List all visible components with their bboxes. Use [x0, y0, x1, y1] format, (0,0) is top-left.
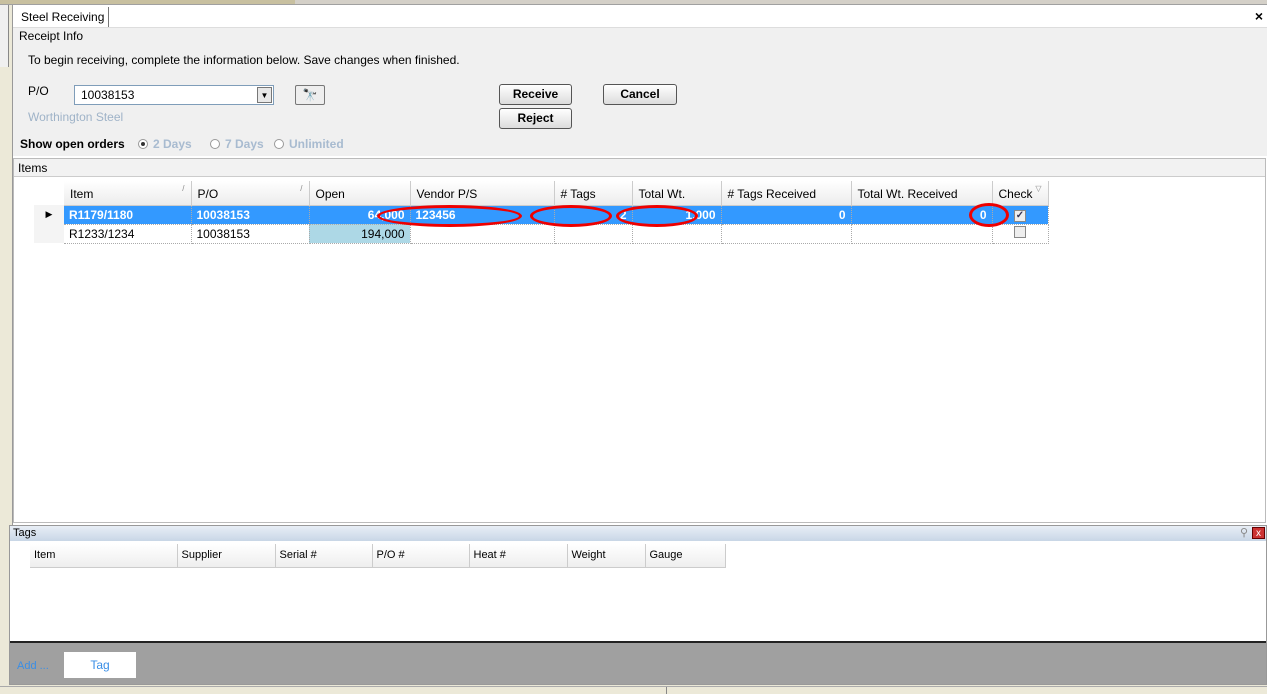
tags-title: Tags [13, 527, 37, 539]
cell-open[interactable]: 194,000 [309, 224, 411, 244]
cell-total-wt[interactable] [632, 224, 722, 244]
checkbox-unchecked[interactable] [1014, 226, 1026, 238]
tab-steel-receiving[interactable]: Steel Receiving [17, 7, 110, 28]
col-item[interactable]: Item / [64, 181, 192, 206]
col-weight[interactable]: Weight [567, 544, 646, 568]
col-open[interactable]: Open [309, 181, 411, 206]
chevron-down-icon[interactable]: ▼ [257, 87, 272, 103]
tags-footer: Add ... Tag [10, 641, 1266, 684]
cell-vendor-ps[interactable] [410, 224, 555, 244]
left-panel-strip [0, 5, 9, 67]
annotation-ring-total-wt [616, 205, 698, 227]
pin-icon[interactable]: ⚲ [1240, 526, 1248, 541]
tags-grid: Item Supplier Serial # P/O # Heat # Weig… [30, 544, 726, 568]
po-value: 10038153 [81, 88, 135, 102]
col-supplier[interactable]: Supplier [177, 544, 276, 568]
col-total-wt-received[interactable]: Total Wt. Received [851, 181, 993, 206]
radio-2-days[interactable]: 2 Days [138, 137, 192, 151]
po-label: P/O [28, 84, 49, 98]
items-title: Items [14, 159, 1265, 177]
cell-po[interactable]: 10038153 [191, 205, 310, 225]
col-po[interactable]: P/O # [372, 544, 470, 568]
add-label: Add ... [17, 660, 49, 672]
col-item[interactable]: Item [30, 544, 178, 568]
instructions-text: To begin receiving, complete the informa… [28, 53, 460, 67]
cell-po[interactable]: 10038153 [191, 224, 310, 244]
cell-item[interactable]: R1179/1180 [64, 205, 192, 225]
reject-button[interactable]: Reject [499, 108, 572, 129]
add-tag-button[interactable]: Tag [64, 652, 136, 678]
cell-tags-received[interactable]: 0 [721, 205, 852, 225]
col-po[interactable]: P/O / [191, 181, 310, 206]
status-bar [0, 686, 1267, 694]
receive-button[interactable]: Receive [499, 84, 572, 105]
annotation-ring-tags [530, 205, 612, 227]
col-heat[interactable]: Heat # [469, 544, 568, 568]
close-icon[interactable]: × [1255, 8, 1263, 24]
cell-item[interactable]: R1233/1234 [64, 224, 192, 244]
col-tags[interactable]: # Tags [554, 181, 633, 206]
table-row[interactable]: R1233/1234 10038153 194,000 [34, 224, 1049, 244]
radio-7-days[interactable]: 7 Days [210, 137, 264, 151]
col-gauge[interactable]: Gauge [645, 544, 726, 568]
col-check[interactable]: Check ▽ [992, 181, 1049, 206]
search-po-button[interactable]: 🔭 [295, 85, 325, 105]
cancel-button[interactable]: Cancel [603, 84, 677, 105]
cell-wt-received[interactable] [851, 224, 993, 244]
row-indicator-icon: ▶ [34, 205, 64, 224]
close-icon[interactable]: x [1252, 527, 1265, 539]
cell-tags-received[interactable] [721, 224, 852, 244]
vendor-name: Worthington Steel [28, 110, 124, 124]
checkbox-checked[interactable]: ✓ [1014, 210, 1026, 222]
po-combobox[interactable]: 10038153 ▼ [74, 85, 274, 105]
annotation-ring-vendor-ps [377, 205, 522, 227]
receipt-info-legend: Receipt Info [19, 29, 84, 43]
annotation-ring-check [969, 203, 1009, 227]
col-total-wt[interactable]: Total Wt. [632, 181, 722, 206]
col-serial[interactable]: Serial # [275, 544, 373, 568]
show-open-orders-label: Show open orders [20, 137, 125, 151]
binoculars-icon: 🔭 [302, 88, 318, 102]
receipt-info-group: Receipt Info To begin receiving, complet… [13, 27, 1267, 156]
cell-check[interactable] [992, 224, 1049, 244]
items-panel: Items Item / P/O / Open Vendor P/S # Tags … [13, 158, 1266, 523]
col-vendor-ps[interactable]: Vendor P/S [410, 181, 555, 206]
col-tags-received[interactable]: # Tags Received [721, 181, 852, 206]
tags-panel: Tags ⚲ x Item Supplier Serial # P/O # He… [9, 525, 1267, 685]
tags-title-bar: Tags ⚲ x [10, 526, 1266, 541]
radio-unlimited[interactable]: Unlimited [274, 137, 344, 151]
